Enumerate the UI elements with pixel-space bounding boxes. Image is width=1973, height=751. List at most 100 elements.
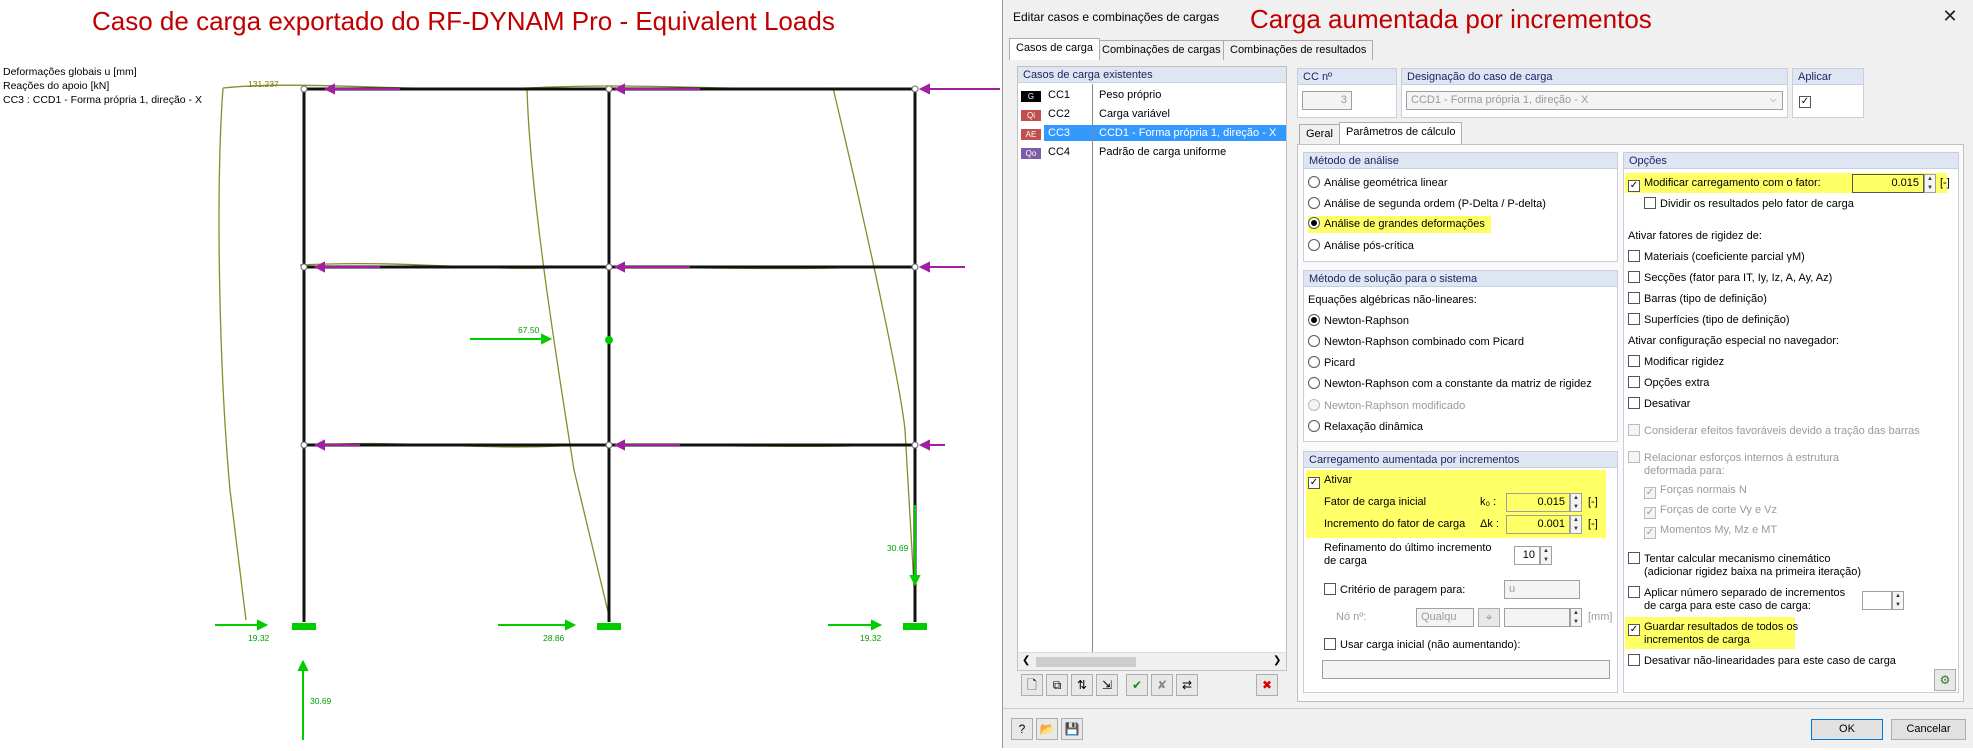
ok-button[interactable]: OK [1811, 719, 1883, 740]
increment-field[interactable]: 0.001 [1506, 515, 1570, 534]
list-item[interactable]: G CC1 Peso próprio [1018, 87, 1286, 103]
node-select: Qualqu [1416, 608, 1474, 627]
load-label-mid: 67.50 [518, 325, 540, 335]
edit-load-cases-dialog: Editar casos e combinações de cargas ✕ C… [1002, 0, 1973, 748]
modify-factor-checkbox[interactable]: ✓ Modificar carregamento com o fator: [1628, 175, 1821, 192]
tab-general[interactable]: Geral [1299, 124, 1340, 144]
radio-nr-modified: Newton-Raphson modificado [1308, 398, 1465, 415]
renumber-icon[interactable]: ⇅ [1071, 674, 1093, 696]
separate-increments-field[interactable] [1862, 591, 1892, 610]
unit-label: [-] [1588, 496, 1598, 508]
info-line-reactions: Reações do apoio [kN] [3, 80, 110, 92]
stiffness-surfaces-checkbox[interactable]: Superfícies (tipo de definição) [1628, 312, 1790, 329]
copy-load-case-icon[interactable]: ⧉ [1046, 674, 1068, 696]
relate-forces-label-2: deformada para: [1644, 465, 1725, 477]
tab-result-combinations[interactable]: Combinações de resultados [1223, 40, 1374, 60]
stop-criterion-checkbox[interactable]: Critério de paragem para: [1324, 582, 1465, 599]
close-icon[interactable]: ✕ [1935, 3, 1965, 29]
extra-options-checkbox[interactable]: Opções extra [1628, 375, 1709, 392]
apply-checkbox[interactable]: ✓ [1799, 96, 1811, 108]
import-icon[interactable]: ⇲ [1096, 674, 1118, 696]
cc-no-label: CC nº [1298, 69, 1396, 85]
pick-node-icon: ⌖ [1478, 608, 1500, 627]
radio-newton-raphson[interactable]: Newton-Raphson [1308, 313, 1409, 330]
modify-factor-field[interactable]: 0.015 [1852, 174, 1924, 193]
uncheck-icon[interactable]: ✘ [1151, 674, 1173, 696]
scroll-left-icon[interactable]: ❮ [1022, 655, 1030, 666]
frame-diagram [215, 83, 1000, 740]
incremental-load-header: Carregamento aumentada por incrementos [1304, 452, 1617, 468]
kinematic-label-2: (adicionar rigidez baixa na primeira ite… [1644, 566, 1862, 578]
horizontal-scrollbar[interactable]: ❮ ❯ [1018, 652, 1286, 670]
initial-factor-field[interactable]: 0.015 [1506, 493, 1570, 512]
lc-type-badge: G [1021, 91, 1041, 102]
separate-increments-spinner[interactable]: ▲ ▼ [1892, 591, 1904, 610]
check-all-icon[interactable]: ✔ [1126, 674, 1148, 696]
designation-select[interactable]: CCD1 - Forma própria 1, direção - X [1406, 91, 1783, 110]
reaction-label-mid: 28.86 [543, 633, 565, 643]
list-item-selected[interactable]: AE CC3 CCD1 - Forma própria 1, direção -… [1018, 125, 1286, 141]
reaction-label-right: 19.32 [860, 633, 882, 643]
modify-factor-spinner[interactable]: ▲ ▼ [1924, 174, 1936, 193]
initial-load-checkbox[interactable]: Usar carga inicial (não aumentando): [1324, 637, 1520, 654]
disable-nonlinearities-checkbox[interactable]: Desativar não-linearidades para este cas… [1628, 653, 1896, 670]
tab-load-combinations[interactable]: Combinações de cargas [1095, 40, 1228, 60]
scroll-right-icon[interactable]: ❯ [1273, 655, 1281, 666]
refinement-spinner[interactable]: ▲ ▼ [1540, 546, 1552, 565]
list-item[interactable]: Qi CC2 Carga variável [1018, 106, 1286, 122]
shear-forces-checkbox: ✓ Forças de corte Vy e Vz [1644, 504, 1777, 519]
deformed-column-right [832, 87, 917, 621]
activate-checkbox[interactable]: ✓ Ativar [1308, 472, 1352, 489]
details-icon[interactable]: ⚙ [1934, 669, 1956, 691]
left-title: Caso de carga exportado do RF-DYNAM Pro … [92, 6, 835, 36]
stiffness-label: Ativar fatores de rigidez de: [1628, 230, 1762, 242]
increment-spinner[interactable]: ▲ ▼ [1570, 515, 1582, 534]
stiffness-materials-checkbox[interactable]: Materiais (coeficiente parcial γM) [1628, 249, 1805, 266]
help-icon[interactable]: ? [1011, 718, 1033, 740]
radio-second-order[interactable]: Análise de segunda ordem (P-Delta / P-de… [1308, 196, 1546, 213]
delete-icon[interactable]: ✖ [1256, 674, 1278, 696]
refinement-field[interactable]: 10 [1514, 546, 1540, 565]
modify-stiffness-checkbox[interactable]: Modificar rigidez [1628, 354, 1724, 371]
radio-picard[interactable]: Picard [1308, 355, 1355, 372]
reaction-label-right-vertical: 30.69 [887, 543, 909, 553]
deactivate-checkbox[interactable]: Desativar [1628, 396, 1690, 413]
tab-calculation-parameters[interactable]: Parâmetros de cálculo [1339, 122, 1463, 144]
info-line-deformations: Deformações globais u [mm] [3, 66, 137, 78]
radio-linear[interactable]: Análise geométrica linear [1308, 175, 1448, 192]
cancel-button[interactable]: Cancelar [1891, 719, 1966, 740]
stiffness-sections-checkbox[interactable]: Secções (fator para IT, Iy, Iz, A, Ay, A… [1628, 270, 1832, 287]
cc-no-field[interactable]: 3 [1302, 91, 1352, 110]
load-case-list[interactable]: Casos de carga existentes G CC1 Peso pró… [1017, 66, 1287, 671]
divide-results-checkbox[interactable]: Dividir os resultados pelo fator de carg… [1644, 196, 1854, 213]
initial-factor-label: Fator de carga inicial [1324, 496, 1427, 508]
radio-nr-picard[interactable]: Newton-Raphson combinado com Picard [1308, 334, 1524, 351]
apply-label: Aplicar [1793, 69, 1863, 85]
solution-method-header: Método de solução para o sistema [1304, 271, 1617, 287]
sort-icon[interactable]: ⇄ [1176, 674, 1198, 696]
right-title: Carga aumentada por incrementos [1250, 4, 1652, 34]
stop-value-field [1504, 608, 1570, 627]
initial-factor-spinner[interactable]: ▲ ▼ [1570, 493, 1582, 512]
structure-canvas[interactable] [0, 0, 1000, 748]
save-icon[interactable]: 💾 [1061, 718, 1083, 740]
increment-label: Incremento do fator de carga [1324, 518, 1466, 530]
support-right [903, 623, 927, 630]
radio-post-critical[interactable]: Análise pós-crítica [1308, 238, 1414, 255]
normal-forces-checkbox: ✓ Forças normais N [1644, 484, 1747, 499]
stop-value-spinner: ▲ ▼ [1570, 608, 1582, 627]
radio-dynamic-relaxation[interactable]: Relaxação dinâmica [1308, 419, 1423, 436]
separate-increments-label-2: de carga para este caso de carga: [1644, 600, 1811, 612]
radio-large-deformation[interactable]: Análise de grandes deformações [1308, 216, 1491, 233]
scroll-thumb[interactable] [1036, 657, 1136, 667]
open-icon[interactable]: 📂 [1036, 718, 1058, 740]
radio-nr-constant-stiffness[interactable]: Newton-Raphson com a constante da matriz… [1308, 376, 1592, 393]
stiffness-members-checkbox[interactable]: Barras (tipo de definição) [1628, 291, 1767, 308]
list-item[interactable]: Qo CC4 Padrão de carga uniforme [1018, 144, 1286, 160]
tab-load-cases[interactable]: Casos de carga [1009, 38, 1101, 60]
analysis-method-header: Método de análise [1304, 153, 1617, 169]
new-load-case-icon[interactable]: 🗋 [1021, 674, 1043, 696]
dialog-title: Editar casos e combinações de cargas [1013, 10, 1220, 24]
navigator-label: Ativar configuração especial no navegado… [1628, 335, 1839, 347]
designation-label: Designação do caso de carga [1402, 69, 1787, 85]
